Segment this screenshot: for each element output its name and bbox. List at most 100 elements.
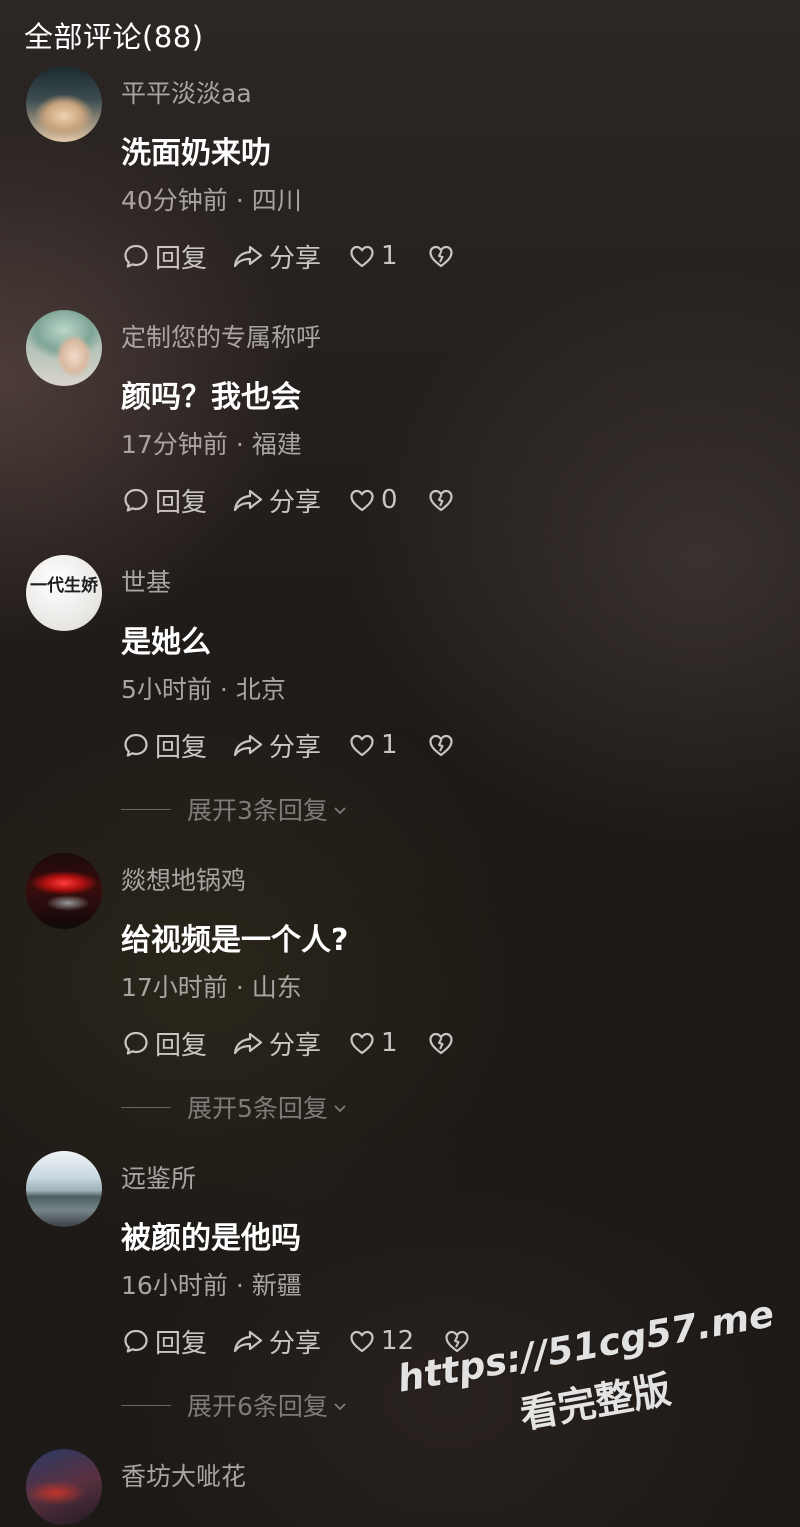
comment-bubble-icon (121, 241, 151, 271)
comment-username[interactable]: 世基 (121, 563, 171, 599)
comment-username[interactable]: 远鉴所 (121, 1159, 196, 1195)
avatar[interactable] (26, 66, 102, 142)
share-button[interactable]: 分享 (231, 238, 321, 275)
heart-icon (347, 1326, 377, 1356)
share-arrow-icon (231, 730, 265, 760)
expand-replies-button[interactable]: 展开3条回复 (121, 794, 348, 825)
share-arrow-icon (231, 1326, 265, 1356)
chevron-down-icon (328, 795, 348, 824)
like-count: 12 (381, 1326, 415, 1356)
like-count: 1 (381, 730, 398, 760)
heart-icon (347, 730, 377, 760)
comment-time: 17小时前 (121, 973, 228, 1002)
like-button[interactable]: 0 (347, 485, 398, 515)
broken-heart-icon (426, 485, 456, 515)
comment-time: 5小时前 (121, 675, 212, 704)
comment-bubble-icon (121, 1326, 151, 1356)
broken-heart-icon (426, 730, 456, 760)
chevron-down-icon (328, 1391, 348, 1420)
comment-username[interactable]: 燚想地锅鸡 (121, 861, 246, 897)
reply-label: 回复 (155, 1328, 208, 1359)
watermark: https://51cg57.me 看完整版 (385, 1291, 797, 1461)
reply-label: 回复 (155, 243, 208, 274)
expand-replies-label: 展开3条回复 (187, 796, 328, 825)
comment-actions: 回复 分享 1 (121, 727, 456, 763)
reply-button[interactable]: 回复 (121, 482, 207, 519)
divider-line (121, 1106, 171, 1108)
comment-actions: 回复 分享 0 (121, 482, 456, 518)
heart-icon (347, 1028, 377, 1058)
comment-time: 40分钟前 (121, 186, 228, 215)
svg-text:一代生娇: 一代生娇 (30, 575, 99, 596)
dislike-button[interactable] (426, 730, 456, 760)
expand-replies-button[interactable]: 展开6条回复 (121, 1390, 348, 1421)
reply-button[interactable]: 回复 (121, 1025, 207, 1062)
dislike-button[interactable] (426, 485, 456, 515)
reply-label: 回复 (155, 732, 208, 763)
comment-text: 颜吗？我也会 (121, 380, 301, 415)
comment-bubble-icon (121, 485, 151, 515)
share-button[interactable]: 分享 (231, 1323, 321, 1360)
reply-button[interactable]: 回复 (121, 1323, 207, 1360)
share-button[interactable]: 分享 (231, 1025, 321, 1062)
reply-label: 回复 (155, 1030, 208, 1061)
avatar[interactable]: 一代生娇 (26, 555, 102, 631)
divider-line (121, 1404, 171, 1406)
comment-location: 山东 (251, 973, 302, 1002)
comment-username[interactable]: 平平淡淡aa (121, 74, 252, 110)
comment-meta: 40分钟前 · 四川 (121, 186, 302, 215)
chevron-down-icon (328, 1093, 348, 1122)
comment-meta: 16小时前 · 新疆 (121, 1271, 302, 1300)
comments-header: 全部评论(88) (24, 20, 204, 54)
comment-location: 新疆 (251, 1271, 302, 1300)
comment-text: 洗面奶来叻 (121, 136, 271, 171)
expand-replies-button[interactable]: 展开5条回复 (121, 1092, 348, 1123)
share-label: 分享 (269, 243, 322, 274)
share-label: 分享 (269, 732, 322, 763)
like-button[interactable]: 1 (347, 1028, 398, 1058)
comment-bubble-icon (121, 1028, 151, 1058)
share-label: 分享 (269, 1328, 322, 1359)
like-button[interactable]: 1 (347, 241, 398, 271)
comment-bubble-icon (121, 730, 151, 760)
avatar[interactable] (26, 310, 102, 386)
comment-username[interactable]: 香坊大呲花 (121, 1457, 246, 1493)
dislike-button[interactable] (426, 1028, 456, 1058)
like-count: 1 (381, 1028, 398, 1058)
like-button[interactable]: 12 (347, 1326, 414, 1356)
comment-meta: 17小时前 · 山东 (121, 973, 302, 1002)
share-label: 分享 (269, 1030, 322, 1061)
comment-text: 被颜的是他吗 (121, 1221, 301, 1256)
divider-line (121, 808, 171, 810)
reply-label: 回复 (155, 487, 208, 518)
comment-text: 是她么 (121, 625, 211, 660)
comment-actions: 回复 分享 1 (121, 1025, 456, 1061)
avatar[interactable] (26, 1449, 102, 1525)
comment-meta: 5小时前 · 北京 (121, 675, 286, 704)
like-button[interactable]: 1 (347, 730, 398, 760)
comment-location: 福建 (251, 430, 302, 459)
dislike-button[interactable] (426, 241, 456, 271)
comment-time: 17分钟前 (121, 430, 228, 459)
comment-location: 北京 (235, 675, 286, 704)
broken-heart-icon (426, 241, 456, 271)
comment-text: 给视频是一个人? (121, 923, 349, 958)
heart-icon (347, 241, 377, 271)
share-arrow-icon (231, 1028, 265, 1058)
share-button[interactable]: 分享 (231, 727, 321, 764)
comment-username[interactable]: 定制您的专属称呼 (121, 318, 321, 354)
comment-time: 16小时前 (121, 1271, 228, 1300)
expand-replies-label: 展开6条回复 (187, 1392, 328, 1421)
avatar[interactable] (26, 1151, 102, 1227)
broken-heart-icon (426, 1028, 456, 1058)
avatar[interactable] (26, 853, 102, 929)
reply-button[interactable]: 回复 (121, 238, 207, 275)
share-arrow-icon (231, 485, 265, 515)
comment-location: 四川 (251, 186, 302, 215)
comment-meta: 17分钟前 · 福建 (121, 430, 302, 459)
share-button[interactable]: 分享 (231, 482, 321, 519)
reply-button[interactable]: 回复 (121, 727, 207, 764)
expand-replies-label: 展开5条回复 (187, 1094, 328, 1123)
share-arrow-icon (231, 241, 265, 271)
comment-actions: 回复 分享 1 (121, 238, 456, 274)
